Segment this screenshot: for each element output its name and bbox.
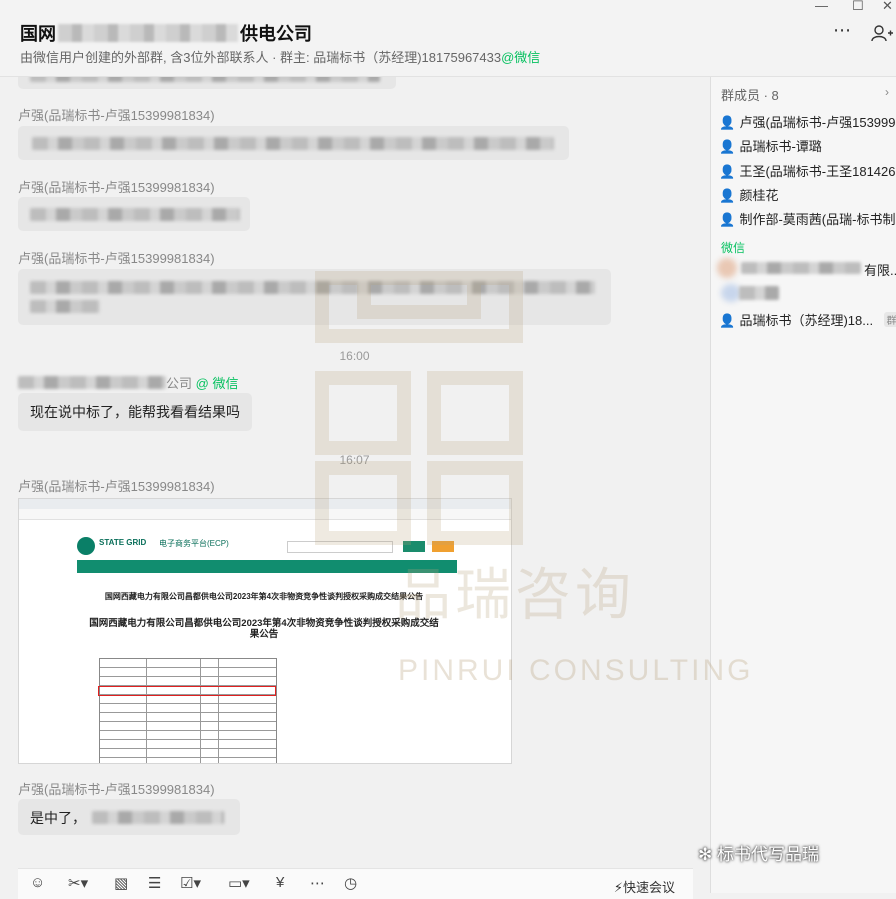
folder-icon[interactable]: ▭▾ <box>228 874 250 892</box>
browser-addressbar <box>19 509 511 520</box>
checklist-icon[interactable]: ☑▾ <box>180 874 201 892</box>
image-icon[interactable]: ▧ <box>114 874 128 892</box>
wechat-logo-icon: ✻ <box>698 845 713 864</box>
emoji-icon[interactable]: ☺ <box>30 874 45 891</box>
state-grid-logo <box>77 537 95 555</box>
user-orange-icon: 👤 <box>719 212 736 227</box>
user-blue-icon: 👤 <box>719 313 736 328</box>
user-orange-icon: 👤 <box>719 188 736 203</box>
avatar <box>717 258 737 278</box>
group-title: 国网 供电公司 <box>20 24 312 44</box>
message-text: 是中了， <box>30 810 86 826</box>
user-blue-icon: 👤 <box>719 164 736 179</box>
redacted-text <box>741 262 861 274</box>
avatar <box>721 284 741 302</box>
sender-name: 公司 @ 微信 <box>18 373 238 392</box>
result-table <box>99 658 277 763</box>
user-blue-icon: 👤 <box>719 115 736 130</box>
member-sidebar: 群成员 · 8 › 👤 卢强(品瑞标书-卢强153999... 👤 品瑞标书-谭… <box>710 77 896 893</box>
member-item[interactable]: 有限... <box>864 260 896 280</box>
message-bubble[interactable] <box>18 269 611 325</box>
redacted-title <box>58 24 238 42</box>
quick-meeting-button[interactable]: ⚡快速会议 <box>614 877 675 896</box>
wechat-section-label: 微信 <box>721 241 746 255</box>
add-member-icon[interactable] <box>871 24 893 42</box>
chat-area[interactable]: 卢强(品瑞标书-卢强15399981834) 卢强(品瑞标书-卢强1539998… <box>0 77 709 893</box>
group-subtitle: 由微信用户创建的外部群, 含3位外部联系人 · 群主: 品瑞标书（苏经理)181… <box>20 50 541 65</box>
state-grid-brand: STATE GRID <box>99 538 147 547</box>
timestamp: 16:00 <box>339 349 370 363</box>
sender-name: 卢强(品瑞标书-卢强15399981834) <box>18 180 215 195</box>
user-blue-icon: 👤 <box>719 139 736 154</box>
portal-search-button <box>403 541 425 552</box>
scissors-icon[interactable]: ✂▾ <box>68 874 88 892</box>
member-item[interactable]: 👤 品瑞标书（苏经理)18... 群主 <box>719 310 896 330</box>
portal-search <box>287 541 393 553</box>
member-item[interactable]: 👤 王圣(品瑞标书-王圣181426... <box>719 161 896 181</box>
message-bubble[interactable]: 是中了， <box>18 799 240 835</box>
sender-name: 卢强(品瑞标书-卢强15399981834) <box>18 108 215 123</box>
message-bubble[interactable] <box>18 126 569 160</box>
close-button[interactable]: ✕ <box>882 0 893 14</box>
redacted-text <box>30 208 240 221</box>
money-icon[interactable]: ¥ <box>276 874 284 891</box>
member-item[interactable]: 👤 颜桂花 <box>719 185 896 205</box>
portal-nav <box>77 560 457 573</box>
message-bubble[interactable]: 现在说中标了，能帮我看看结果吗 <box>18 393 252 431</box>
sender-name: 卢强(品瑞标书-卢强15399981834) <box>18 251 215 266</box>
notice-title-large: 国网西藏电力有限公司昌都供电公司2023年第4次非物资竞争性谈判授权采购成交结果… <box>89 618 439 640</box>
redacted-text <box>30 300 100 313</box>
timestamp: 16:07 <box>339 453 370 467</box>
member-item[interactable]: 👤 制作部-莫雨茜(品瑞-标书制... <box>719 209 896 229</box>
chat-bubble-icon[interactable]: ⋯ <box>310 874 325 892</box>
redacted-text <box>92 811 224 824</box>
notice-title: 国网西藏电力有限公司昌都供电公司2023年第4次非物资竞争性谈判授权采购成交结果… <box>104 592 424 601</box>
document-icon[interactable]: ☰ <box>148 874 161 892</box>
more-icon[interactable]: ⋯ <box>833 20 851 41</box>
redacted-text <box>32 137 554 150</box>
highlight-box <box>98 686 276 696</box>
portal-login-button <box>432 541 454 552</box>
sender-name: 卢强(品瑞标书-卢强15399981834) <box>18 479 215 494</box>
minimize-button[interactable]: — <box>815 0 828 13</box>
message-bubble[interactable] <box>18 77 396 89</box>
redacted-text <box>739 286 779 300</box>
owner-tag: 群主 <box>883 312 896 327</box>
chat-header: 国网 供电公司 由微信用户创建的外部群, 含3位外部联系人 · 群主: 品瑞标书（… <box>0 0 896 77</box>
corner-caption: ✻ 标书代写品瑞 <box>698 845 819 864</box>
browser-tabbar <box>19 499 511 509</box>
message-text: 现在说中标了，能帮我看看结果吗 <box>30 404 240 420</box>
maximize-button[interactable]: ☐ <box>852 0 864 14</box>
image-message[interactable]: STATE GRID 电子商务平台(ECP) 国网西藏电力有限公司昌都供电公司2… <box>18 498 512 764</box>
chevron-right-icon[interactable]: › <box>885 85 889 99</box>
member-item[interactable]: 👤 品瑞标书-谭璐 <box>719 136 896 156</box>
portal-name: 电子商务平台(ECP) <box>159 539 229 548</box>
member-item[interactable]: 👤 卢强(品瑞标书-卢强153999... <box>719 112 896 132</box>
members-title: 群成员 · 8 <box>721 88 779 103</box>
clock-icon[interactable]: ◷ <box>344 874 357 892</box>
redacted-text <box>18 376 166 389</box>
redacted-text <box>30 281 595 294</box>
message-bubble[interactable] <box>18 197 250 231</box>
input-toolbar: ☺ ✂▾ ▧ ☰ ☑▾ ▭▾ ¥ ⋯ ◷ ⚡快速会议 <box>18 868 693 899</box>
redacted-text <box>30 77 380 82</box>
sender-name: 卢强(品瑞标书-卢强15399981834) <box>18 782 215 797</box>
